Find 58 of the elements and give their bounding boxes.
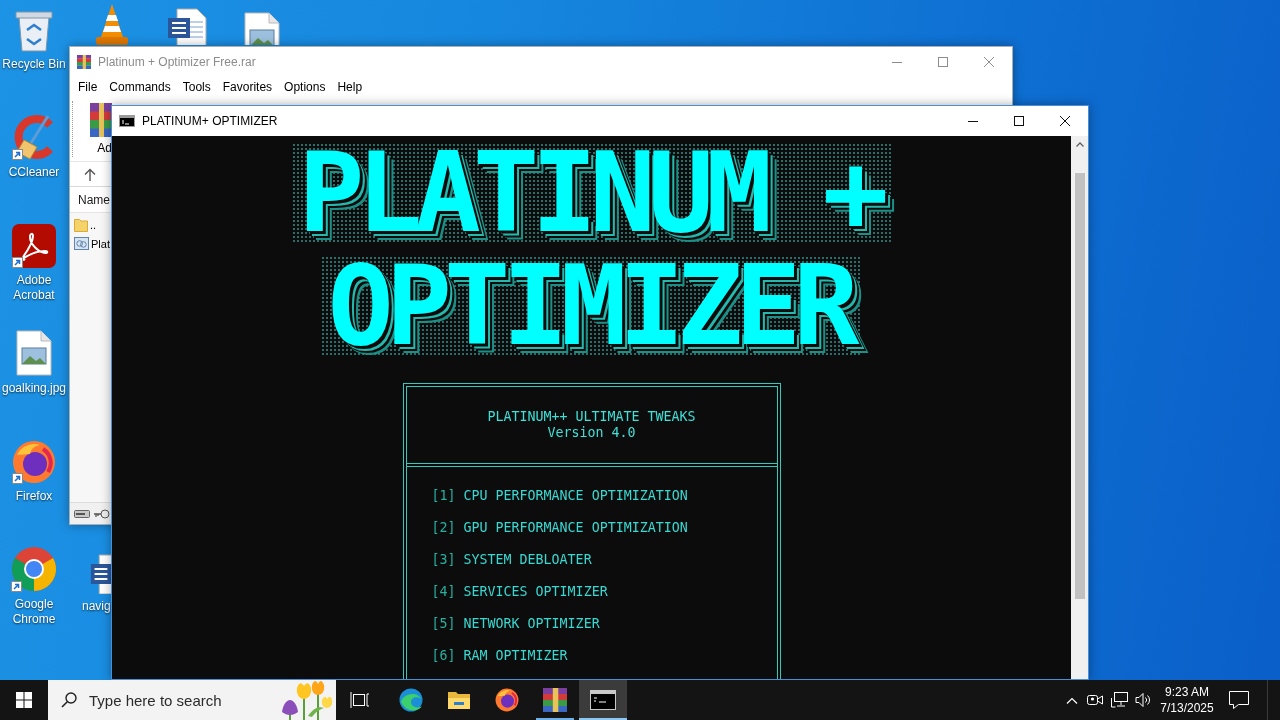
- archive-file-icon: [74, 237, 89, 250]
- search-icon: [61, 692, 77, 708]
- video-camera-icon[interactable]: [1087, 692, 1103, 708]
- banner-text: PLATINUM +: [292, 143, 891, 243]
- file-row[interactable]: ..: [70, 215, 97, 234]
- version-text: Version 4.0: [547, 425, 636, 441]
- scrollbar[interactable]: [1071, 136, 1088, 679]
- fox-globe-icon: [12, 440, 56, 484]
- speaker-icon[interactable]: [1134, 692, 1152, 708]
- menu-option: [6] RAM OPTIMIZER: [431, 640, 568, 672]
- broom-icon: [12, 114, 56, 160]
- menu-item[interactable]: Options: [278, 77, 332, 97]
- notification-icon[interactable]: [1229, 691, 1249, 709]
- minimize-icon[interactable]: [968, 120, 978, 122]
- menu-option: [1] CPU PERFORMANCE OPTIMIZATION: [431, 480, 688, 512]
- menu-item[interactable]: Commands: [103, 77, 177, 97]
- drive-icon: [74, 509, 90, 518]
- search-input[interactable]: Type here to search: [89, 688, 248, 712]
- clock-date[interactable]: 7/13/2025: [1160, 700, 1214, 716]
- document-icon[interactable]: [167, 8, 207, 45]
- taskbar-app-button[interactable]: [579, 680, 627, 720]
- menu-item[interactable]: Favorites: [216, 77, 279, 97]
- segmented-circle-icon: [11, 546, 57, 592]
- swirl-icon[interactable]: [399, 688, 423, 712]
- monitor-icon[interactable]: [1110, 692, 1128, 708]
- books-stack-icon: [77, 55, 91, 69]
- file-row[interactable]: Plat: [70, 234, 110, 253]
- fox-globe-icon[interactable]: [495, 688, 519, 712]
- window-title: Platinum + Optimizer Free.rar: [98, 55, 256, 69]
- books-stack-icon[interactable]: [543, 688, 567, 712]
- menu-item[interactable]: Tools: [176, 77, 217, 97]
- up-arrow-icon[interactable]: [84, 167, 96, 181]
- terminal-icon: [119, 115, 135, 127]
- menu-option: [5] NETWORK OPTIMIZER: [431, 608, 600, 640]
- scrollbar-thumb[interactable]: [1074, 173, 1085, 599]
- menu-option: [4] SERVICES OPTIMIZER: [431, 576, 608, 608]
- image-file-icon[interactable]: [244, 12, 280, 45]
- clock-time[interactable]: 9:23 AM: [1165, 684, 1209, 700]
- terminal-icon[interactable]: [590, 690, 616, 710]
- menu-item[interactable]: Help: [331, 77, 369, 97]
- swirl-tile-icon: [12, 224, 56, 268]
- maximize-icon[interactable]: [1014, 116, 1024, 126]
- banner-text: OPTIMIZER: [321, 256, 862, 356]
- books-stack-icon[interactable]: [90, 103, 112, 137]
- traffic-cone-icon[interactable]: [94, 3, 130, 45]
- folder-icon[interactable]: [447, 690, 471, 710]
- menu-title: PLATINUM++ ULTIMATE TWEAKS: [487, 409, 696, 425]
- menu-option: [2] GPU PERFORMANCE OPTIMIZATION: [431, 512, 688, 544]
- search-bar[interactable]: Type here to search: [48, 680, 336, 720]
- folder-icon: [74, 217, 88, 232]
- toolbar-button[interactable]: Ad: [89, 101, 112, 155]
- column-header[interactable]: Name: [78, 192, 110, 207]
- window-title: PLATINUM+ OPTIMIZER: [142, 114, 278, 128]
- menu-option: [3] SYSTEM DEBLOATER: [431, 544, 592, 576]
- menu-item[interactable]: File: [72, 77, 104, 97]
- task-view-icon[interactable]: [350, 691, 370, 709]
- close-icon[interactable]: [1060, 116, 1070, 126]
- key-icon: [93, 508, 110, 519]
